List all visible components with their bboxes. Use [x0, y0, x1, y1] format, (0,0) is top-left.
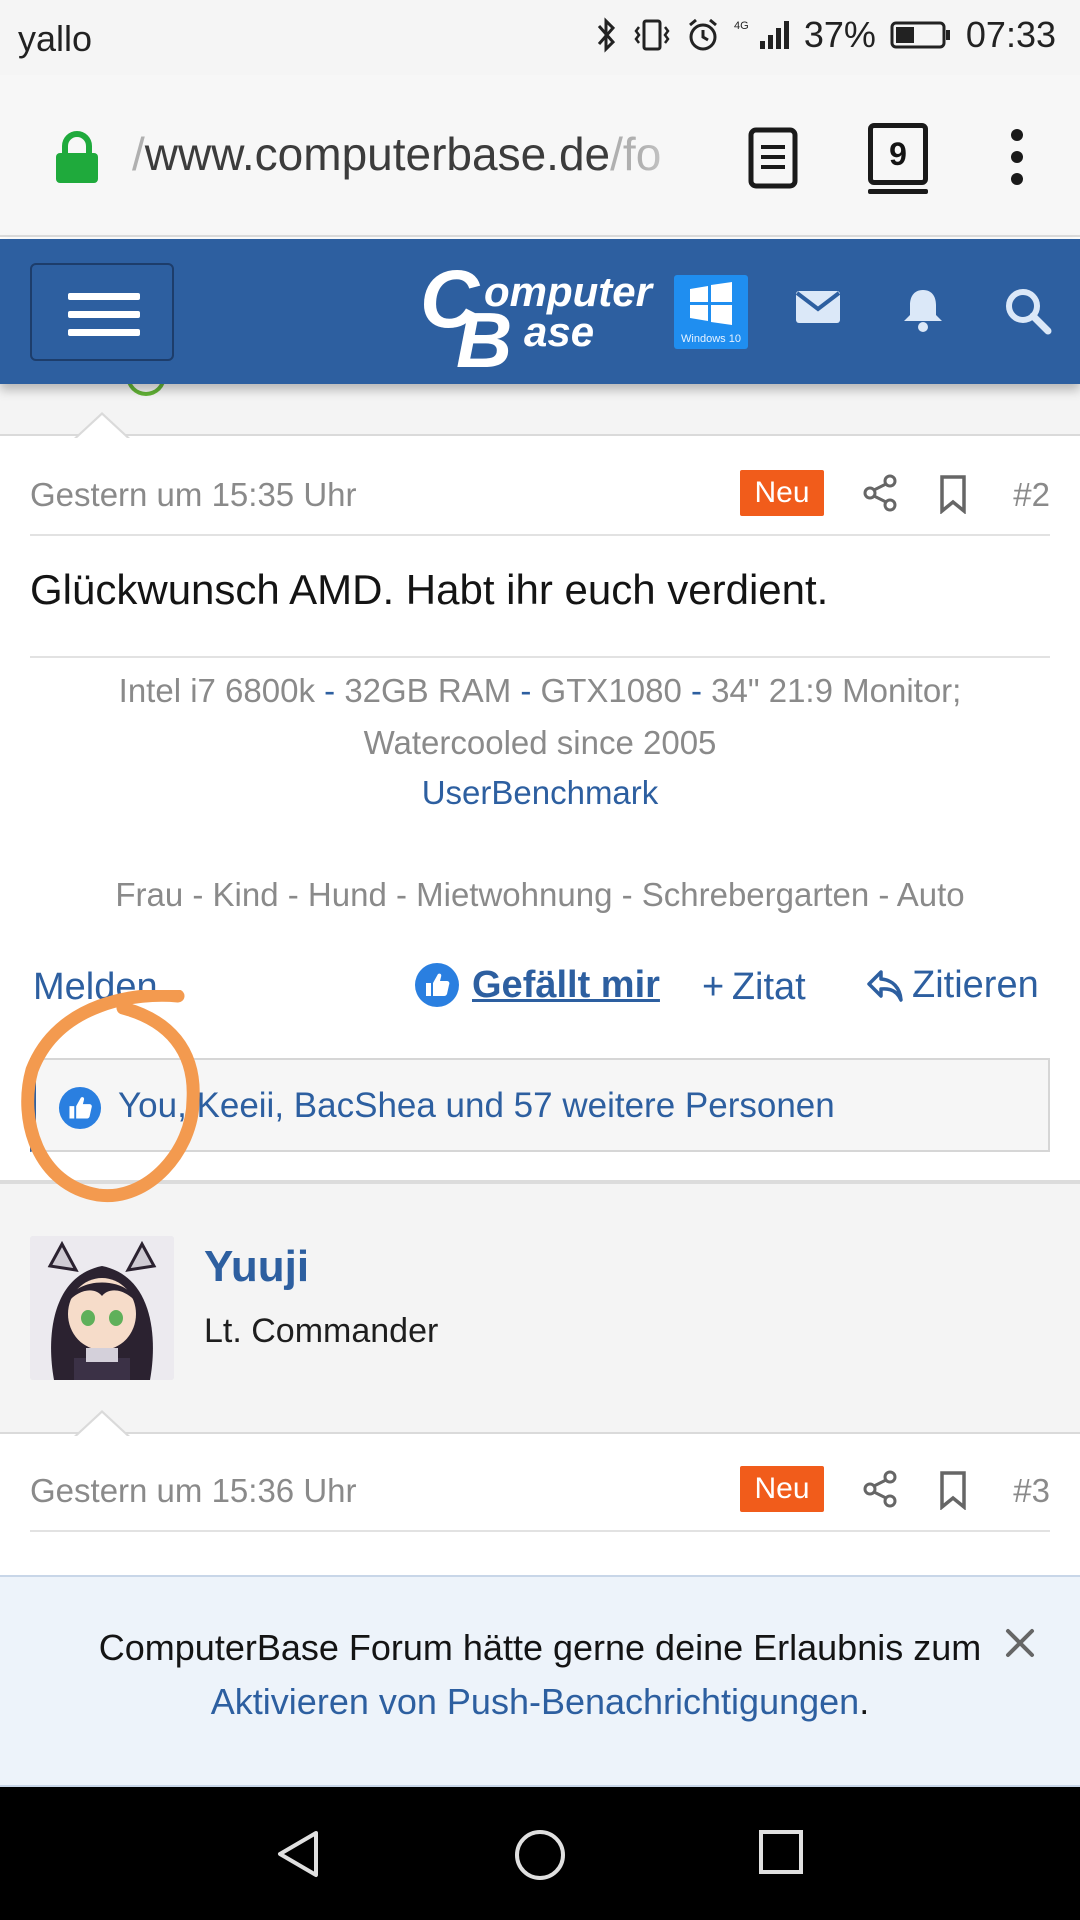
bookmark-icon[interactable] [938, 474, 968, 514]
username-link[interactable]: Yuuji [204, 1242, 309, 1292]
user-info-strip: Yuuji Lt. Commander [0, 1184, 1080, 1434]
bluetooth-icon [597, 17, 615, 53]
signature-item: GTX1080 [540, 672, 682, 709]
post-pointer [74, 412, 130, 439]
close-icon[interactable] [1004, 1627, 1036, 1659]
reply-quote-label: Zitieren [912, 964, 1039, 1006]
carrier-name: yallo [18, 18, 93, 59]
multi-quote-button[interactable]: + Zitat [702, 966, 806, 1009]
post-pointer [74, 1410, 130, 1437]
thumbs-up-icon [58, 1086, 102, 1130]
url-prefix: / [132, 128, 145, 180]
logo-word-2: ase [524, 308, 595, 355]
windows-logo-icon [690, 282, 732, 325]
back-icon[interactable] [272, 1827, 326, 1881]
bell-icon[interactable] [900, 287, 946, 333]
signal-icon: 4G [734, 20, 789, 49]
logo-b: B [456, 296, 513, 384]
multi-quote-label: Zitat [731, 966, 806, 1008]
reactions-text: You, Keeii, BacShea und 57 weitere Perso… [118, 1086, 835, 1125]
signature-separator: - [520, 672, 532, 709]
url-fade [640, 115, 720, 195]
like-label: Gefällt mir [472, 963, 660, 1006]
post-body: Glückwunsch AMD. Habt ihr euch verdient. [30, 566, 829, 613]
status-icons: 4G 37% 07:33 [596, 14, 1056, 56]
post-date[interactable]: Gestern um 15:36 Uhr [30, 1472, 357, 1510]
post-number[interactable]: #3 [1013, 1472, 1050, 1510]
system-navigation-bar [0, 1787, 1080, 1920]
browser-toolbar: /www.computerbase.de/fo 9 [0, 75, 1080, 237]
envelope-icon[interactable] [794, 287, 842, 327]
signature-separator: - [690, 672, 702, 709]
site-header: C omputer B ase Windows 10 [0, 239, 1080, 384]
status-bar: yallo 4G 37% 07:33 [0, 0, 1080, 75]
signature-item: Intel i7 6800k [118, 672, 315, 709]
push-permission-banner: ComputerBase Forum hätte gerne deine Erl… [0, 1575, 1080, 1787]
signature-line-2: Watercooled since 2005 [363, 724, 717, 761]
push-banner-text: ComputerBase Forum hätte gerne deine Erl… [0, 1621, 1080, 1729]
share-icon[interactable] [862, 474, 898, 512]
signature-divider [30, 656, 1050, 658]
previous-user-strip [0, 384, 1080, 436]
hamburger-menu-button[interactable] [30, 263, 174, 361]
reactions-summary[interactable]: You, Keeii, BacShea und 57 weitere Perso… [30, 1058, 1050, 1152]
signature-line-4: Frau - Kind - Hund - Mietwohnung - Schre… [115, 876, 965, 913]
reader-mode-icon[interactable] [748, 127, 798, 189]
share-icon[interactable] [862, 1470, 898, 1508]
bookmark-icon[interactable] [938, 1470, 968, 1510]
push-banner-period: . [859, 1681, 870, 1722]
alarm-icon [688, 18, 717, 51]
windows-10-badge[interactable]: Windows 10 [674, 275, 748, 349]
user-title: Lt. Commander [204, 1312, 439, 1350]
clock: 07:33 [965, 14, 1056, 55]
signature-item: 34" 21:9 Monitor; [711, 672, 962, 709]
signature-link-row: UserBenchmark [30, 774, 1050, 812]
post-actions: Melden Gefällt mir + Zitat Zitieren [30, 962, 1050, 1018]
reply-icon [867, 969, 903, 1002]
post-meta: Gestern um 15:36 Uhr Neu #3 [30, 1458, 1050, 1532]
anime-avatar-image [30, 1236, 174, 1380]
home-icon[interactable] [512, 1827, 568, 1883]
signature-line-1: Intel i7 6800k - 32GB RAM - GTX1080 - 34… [30, 672, 1050, 710]
signature-item: 32GB RAM [344, 672, 512, 709]
recents-icon[interactable] [756, 1827, 806, 1877]
avatar[interactable] [30, 1236, 174, 1380]
windows-badge-label: Windows 10 [681, 333, 741, 345]
computerbase-logo[interactable]: C omputer B ase [420, 259, 660, 380]
url-domain: www.computerbase.de [144, 128, 611, 180]
tab-switcher-button[interactable]: 9 [868, 123, 928, 194]
like-button[interactable]: Gefällt mir [414, 962, 660, 1008]
svg-text:4G: 4G [734, 20, 749, 32]
vibrate-icon [634, 19, 670, 51]
battery-icon [890, 21, 950, 49]
post-meta: Gestern um 15:35 Uhr Neu #2 [30, 462, 1050, 536]
enable-push-link[interactable]: Aktivieren von Push-Benachrichtigungen [211, 1681, 859, 1722]
new-badge: Neu [740, 470, 824, 516]
report-link[interactable]: Melden [33, 966, 158, 1009]
thumbs-up-icon [415, 963, 459, 1007]
post-date[interactable]: Gestern um 15:35 Uhr [30, 476, 357, 514]
reply-quote-button[interactable]: Zitieren [866, 964, 1039, 1007]
search-icon[interactable] [1004, 287, 1052, 335]
push-banner-message: ComputerBase Forum hätte gerne deine Erl… [98, 1627, 982, 1668]
browser-menu-icon[interactable] [1004, 129, 1030, 189]
lock-icon [56, 131, 98, 183]
battery-percent: 37% [803, 14, 876, 55]
signature-separator: - [324, 672, 336, 709]
new-badge: Neu [740, 1466, 824, 1512]
post-number[interactable]: #2 [1013, 476, 1050, 514]
userbenchmark-link[interactable]: UserBenchmark [422, 774, 659, 811]
address-bar[interactable]: /www.computerbase.de/fo [132, 127, 712, 181]
